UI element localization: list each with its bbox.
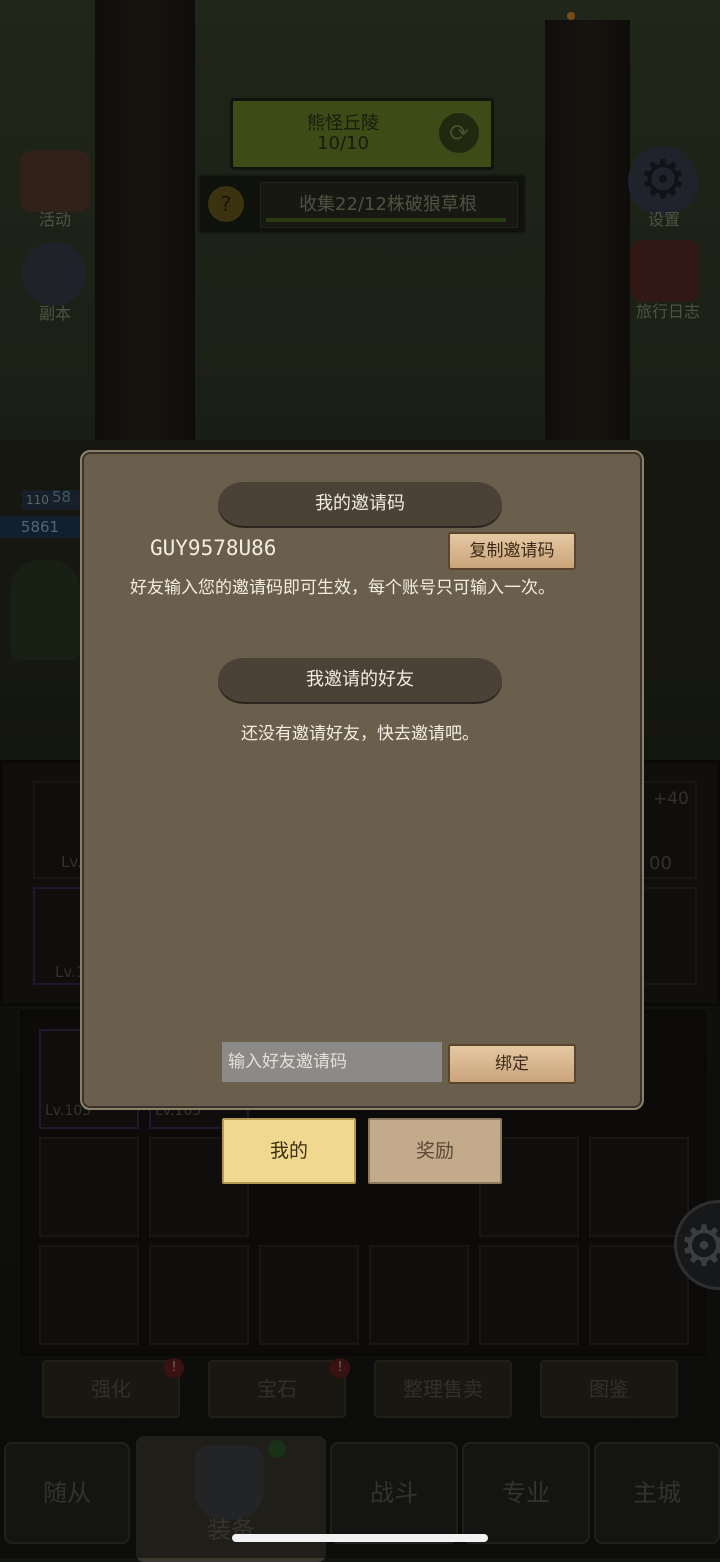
copy-code-button[interactable]: 复制邀请码 (448, 532, 576, 570)
invited-friends-title: 我邀请的好友 (218, 658, 502, 702)
invite-dialog: 我的邀请码 GUY9578U86 复制邀请码 好友输入您的邀请码即可生效，每个账… (80, 450, 644, 1110)
tab-my-invites[interactable]: 我的 (222, 1118, 356, 1184)
my-invite-code: GUY9578U86 (150, 536, 277, 560)
home-indicator[interactable] (232, 1534, 488, 1542)
bind-button[interactable]: 绑定 (448, 1044, 576, 1084)
no-friends-message: 还没有邀请好友，快去邀请吧。 (241, 724, 479, 744)
tab-rewards[interactable]: 奖励 (368, 1118, 502, 1184)
invite-hint: 好友输入您的邀请码即可生效，每个账号只可输入一次。 (130, 578, 555, 598)
my-code-title: 我的邀请码 (218, 482, 502, 526)
friend-code-input[interactable] (222, 1042, 442, 1082)
